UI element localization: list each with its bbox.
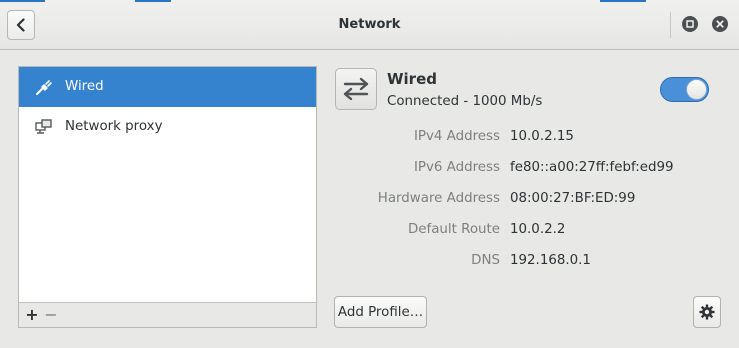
header-accent-line-mid bbox=[135, 0, 171, 2]
network-transfer-icon bbox=[343, 77, 369, 101]
window-title: Network bbox=[338, 17, 401, 32]
remove-connection-button[interactable]: − bbox=[42, 306, 60, 324]
default-route-label: Default Route bbox=[407, 222, 500, 237]
sidebar-toolbar: + − bbox=[19, 302, 316, 327]
device-name: Wired bbox=[387, 70, 437, 88]
wired-enable-switch[interactable] bbox=[660, 77, 709, 102]
header-bar: Network bbox=[0, 0, 739, 50]
sidebar-item-label: Wired bbox=[65, 79, 104, 94]
sidebar-item-wired[interactable]: Wired bbox=[19, 67, 316, 107]
add-connection-button[interactable]: + bbox=[23, 306, 41, 324]
hardware-address-label: Hardware Address bbox=[377, 191, 500, 206]
sidebar-item-network-proxy[interactable]: Network proxy bbox=[19, 107, 316, 147]
ipv6-address-label: IPv6 Address bbox=[413, 160, 500, 175]
gear-icon bbox=[699, 304, 715, 320]
sidebar-item-label: Network proxy bbox=[65, 119, 163, 134]
device-icon-frame bbox=[335, 68, 377, 110]
maximize-button[interactable] bbox=[682, 16, 698, 32]
maximize-icon bbox=[686, 20, 694, 28]
close-icon bbox=[716, 20, 724, 28]
device-status: Connected - 1000 Mb/s bbox=[387, 94, 543, 109]
network-proxy-icon bbox=[35, 119, 52, 134]
hardware-address-value: 08:00:27:BF:ED:99 bbox=[510, 191, 636, 206]
ethernet-plug-icon bbox=[36, 80, 52, 95]
settings-button[interactable] bbox=[693, 296, 721, 328]
dns-label: DNS bbox=[471, 253, 500, 268]
ipv4-address-label: IPv4 Address bbox=[413, 129, 500, 144]
header-accent-line-right bbox=[600, 0, 646, 2]
close-button[interactable] bbox=[712, 16, 728, 32]
header-accent-line-left bbox=[0, 0, 45, 2]
header-separator bbox=[670, 12, 671, 38]
network-settings-window: Network Wired Network proxy + − Wired Co… bbox=[0, 0, 739, 348]
ipv4-address-value: 10.0.2.15 bbox=[510, 129, 574, 144]
ipv6-address-value: fe80::a00:27ff:febf:ed99 bbox=[510, 160, 674, 175]
device-list: Wired Network proxy + − bbox=[18, 66, 317, 328]
default-route-value: 10.0.2.2 bbox=[510, 222, 566, 237]
add-profile-button[interactable]: Add Profile… bbox=[334, 296, 427, 328]
dns-value: 192.168.0.1 bbox=[510, 253, 591, 268]
switch-knob[interactable] bbox=[686, 79, 707, 100]
